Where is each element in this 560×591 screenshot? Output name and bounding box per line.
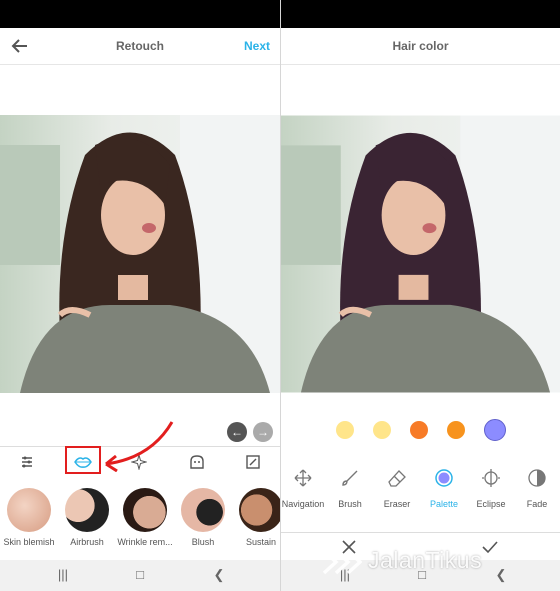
tool-eraser[interactable]: Eraser — [371, 468, 423, 509]
adjust-icon[interactable] — [18, 453, 36, 471]
tool-navigation[interactable]: Navigation — [281, 468, 329, 509]
color-swatch-yellow-1[interactable] — [336, 421, 354, 439]
tool-label: Eclipse — [476, 499, 506, 509]
confirm-icon[interactable] — [481, 539, 499, 560]
skin-blemish-thumb[interactable] — [7, 488, 51, 532]
tool-eclipse[interactable]: Eclipse — [465, 468, 517, 509]
palette-icon — [434, 468, 454, 488]
frame-icon[interactable] — [244, 453, 262, 471]
recent-apps-icon[interactable]: ||| — [336, 566, 354, 584]
page-title: Retouch — [116, 39, 164, 53]
tool-label: Eraser — [383, 499, 411, 509]
top-bar: Hair color — [281, 28, 560, 65]
tool-label-sustain: Sustain — [245, 537, 277, 547]
move-icon — [293, 468, 313, 488]
tool-label-airbrush: Airbrush — [70, 537, 104, 547]
action-bar — [281, 532, 560, 561]
system-nav-bar: ||| □ ❮ — [281, 560, 560, 591]
color-swatch-purple-selected[interactable] — [484, 419, 506, 441]
status-bar — [281, 0, 560, 28]
tool-label: Brush — [338, 499, 362, 509]
system-nav-bar: ||| □ ❮ — [0, 560, 280, 591]
recent-apps-icon[interactable]: ||| — [54, 566, 72, 584]
tool-fade[interactable]: Fade — [511, 468, 560, 509]
color-swatch-yellow-2[interactable] — [373, 421, 391, 439]
back-nav-icon[interactable]: ❮ — [210, 566, 228, 584]
home-icon[interactable]: □ — [413, 566, 431, 584]
fade-icon — [527, 468, 547, 488]
wrinkle-remover-thumb[interactable] — [123, 488, 167, 532]
photo-preview — [0, 115, 280, 393]
back-nav-icon[interactable]: ❮ — [492, 566, 510, 584]
tool-label: Fade — [526, 499, 548, 509]
pointer-arrow-icon — [105, 421, 174, 472]
sustain-thumb[interactable] — [239, 488, 280, 532]
redo-button[interactable]: → — [253, 422, 273, 442]
color-swatch-orange-1[interactable] — [410, 421, 428, 439]
eraser-icon — [387, 468, 407, 488]
tool-palette[interactable]: Palette — [418, 468, 470, 509]
blush-thumb[interactable] — [181, 488, 225, 532]
tool-label-skin-blemish: Skin blemish — [3, 537, 55, 547]
color-swatch-orange-2[interactable] — [447, 421, 465, 439]
tool-label: Palette — [429, 499, 459, 509]
tool-label-blush: Blush — [191, 537, 215, 547]
status-bar — [0, 0, 280, 28]
brush-icon — [340, 468, 360, 488]
undo-button[interactable]: ← — [227, 422, 247, 442]
top-bar: Retouch Next — [0, 28, 280, 65]
face-icon[interactable] — [188, 453, 206, 471]
home-icon[interactable]: □ — [131, 566, 149, 584]
photo-preview — [281, 115, 560, 393]
next-button[interactable]: Next — [244, 39, 270, 53]
hair-color-panel: Hair color Navigation Brush Eraser Palet… — [281, 0, 560, 591]
page-title: Hair color — [392, 39, 449, 53]
tool-label: Navigation — [281, 499, 325, 509]
retouch-panel: Retouch Next ← → Skin blemish Airbrush W… — [0, 0, 280, 591]
cancel-icon[interactable] — [341, 539, 357, 560]
airbrush-thumb[interactable] — [65, 488, 109, 532]
tool-brush[interactable]: Brush — [324, 468, 376, 509]
eclipse-icon — [481, 468, 501, 488]
tool-label-wrinkle-remover: Wrinkle rem... — [117, 537, 173, 547]
retouch-tools: Skin blemish Airbrush Wrinkle rem... Blu… — [0, 488, 280, 553]
